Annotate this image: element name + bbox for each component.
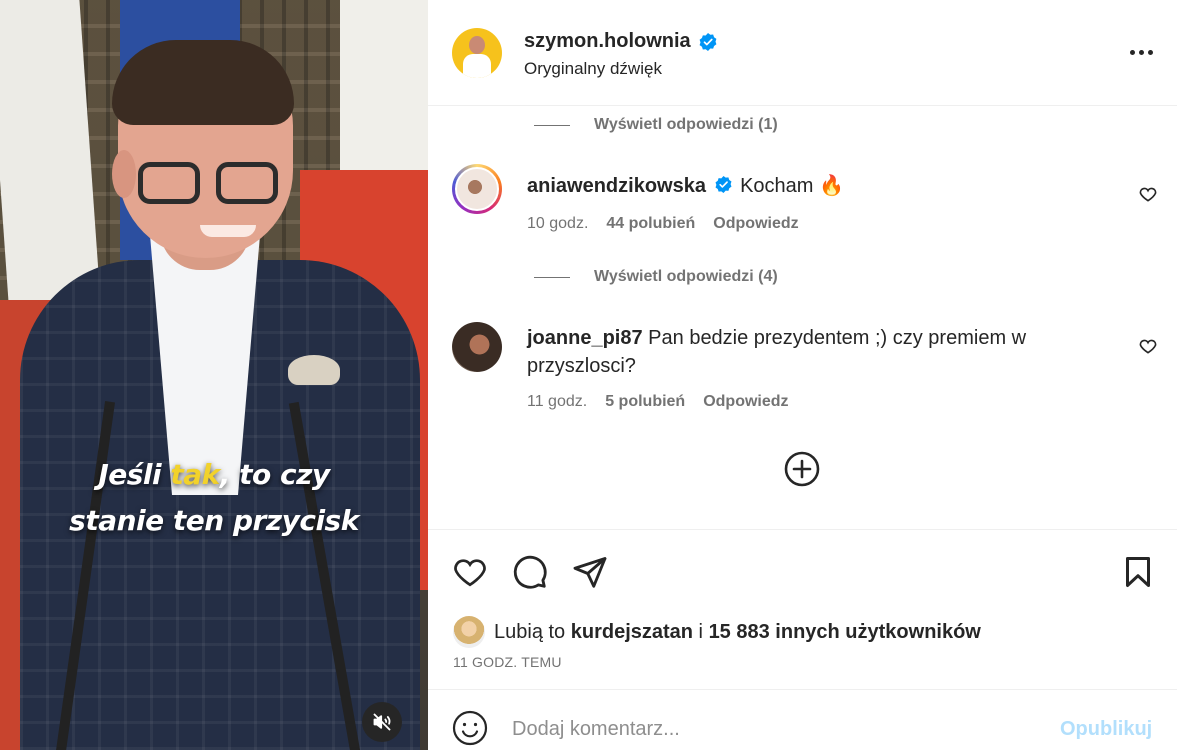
person-ear <box>112 150 136 198</box>
author-name[interactable]: szymon.holownia <box>524 30 718 53</box>
verified-badge-icon <box>715 175 732 194</box>
comment-likes[interactable]: 44 polubień <box>606 215 695 233</box>
video-subtitle-line1: Jeśli tak, to czy <box>0 458 428 491</box>
comment-body: aniawendzikowska Kocham 🔥 <box>527 172 1087 200</box>
subtitle-text: , to czy <box>219 458 330 491</box>
comment-avatar[interactable] <box>452 164 502 214</box>
more-options-button[interactable] <box>1124 42 1158 62</box>
view-replies-button[interactable]: Wyświetl odpowiedzi (1) <box>534 116 778 134</box>
reel-video[interactable]: Jeśli tak, to czy stanie ten przycisk <box>0 0 428 750</box>
author-username[interactable]: szymon.holownia <box>524 30 691 53</box>
post-actions: Lubią to kurdejszatan i 15 883 innych uż… <box>428 529 1177 689</box>
emoji-icon[interactable] <box>452 710 488 746</box>
comment-avatar[interactable] <box>452 322 502 372</box>
heart-icon[interactable] <box>1138 184 1158 204</box>
glasses-lens-left <box>138 162 200 204</box>
avatar-head <box>469 36 485 54</box>
view-replies-button[interactable]: Wyświetl odpowiedzi (4) <box>534 268 778 286</box>
author-avatar[interactable] <box>452 28 502 78</box>
view-replies-label: Wyświetl odpowiedzi (1) <box>594 116 778 133</box>
post-panel: szymon.holownia Oryginalny dźwięk Wyświe… <box>428 0 1177 750</box>
more-dot <box>1147 49 1153 55</box>
person-smile <box>200 225 256 237</box>
comment-icon[interactable] <box>512 554 548 590</box>
audio-label[interactable]: Oryginalny dźwięk <box>524 59 662 79</box>
video-subtitle-line2: stanie ten przycisk <box>69 504 359 537</box>
post-header: szymon.holownia Oryginalny dźwięk <box>428 0 1177 106</box>
comment-text: Kocham 🔥 <box>740 175 844 197</box>
reply-button[interactable]: Odpowiedz <box>713 215 798 233</box>
likes-count[interactable]: 15 883 innych użytkowników <box>709 621 981 643</box>
comment-likes[interactable]: 5 polubień <box>605 393 685 411</box>
comment-username[interactable]: aniawendzikowska <box>527 175 706 197</box>
likes-prefix: Lubią to <box>494 620 571 643</box>
comment-avatar-image <box>455 167 499 211</box>
person-hair <box>112 40 294 125</box>
heart-icon[interactable] <box>452 554 488 590</box>
liker-avatar[interactable] <box>453 616 485 648</box>
comment-input[interactable] <box>512 714 1032 744</box>
comment-time[interactable]: 11 godz. <box>527 393 587 411</box>
avatar-body <box>463 54 491 78</box>
mute-button[interactable] <box>362 702 402 742</box>
likes-summary[interactable]: Lubią to kurdejszatan i 15 883 innych uż… <box>453 616 981 648</box>
comment-username[interactable]: joanne_pi87 <box>527 327 643 349</box>
bookmark-icon[interactable] <box>1120 554 1156 590</box>
reply-button[interactable]: Odpowiedz <box>703 393 788 411</box>
more-dot <box>1138 49 1144 55</box>
pocket-square <box>288 355 340 385</box>
heart-icon[interactable] <box>1138 336 1158 356</box>
likes-text: Lubią to kurdejszatan i 15 883 innych uż… <box>494 621 981 644</box>
replies-line <box>534 276 570 278</box>
send-icon[interactable] <box>572 554 608 590</box>
post-comment-button[interactable]: Opublikuj <box>1060 718 1152 741</box>
load-more-comments-icon[interactable] <box>784 451 820 487</box>
person-glasses <box>138 162 288 206</box>
liker-username[interactable]: kurdejszatan <box>571 621 693 643</box>
likes-mid: i <box>693 620 709 643</box>
more-dots-icon <box>1129 49 1135 55</box>
replies-line <box>534 124 570 126</box>
comment-body: joanne_pi87 Pan bedzie prezydentem ;) cz… <box>527 324 1087 380</box>
comment-meta: 10 godz. 44 polubień Odpowiedz <box>527 215 799 233</box>
comment-form: Opublikuj <box>428 689 1177 750</box>
subtitle-text: Jeśli <box>98 458 171 491</box>
comment-time[interactable]: 10 godz. <box>527 215 588 233</box>
speaker-muted-icon <box>373 713 391 731</box>
flag-white-right <box>340 0 428 180</box>
comment-meta: 11 godz. 5 polubień Odpowiedz <box>527 393 789 411</box>
view-replies-label: Wyświetl odpowiedzi (4) <box>594 268 778 285</box>
subtitle-highlight: tak <box>170 458 220 491</box>
post-time[interactable]: 11 GODZ. TEMU <box>453 654 562 670</box>
verified-badge-icon <box>699 32 717 51</box>
glasses-lens-right <box>216 162 278 204</box>
